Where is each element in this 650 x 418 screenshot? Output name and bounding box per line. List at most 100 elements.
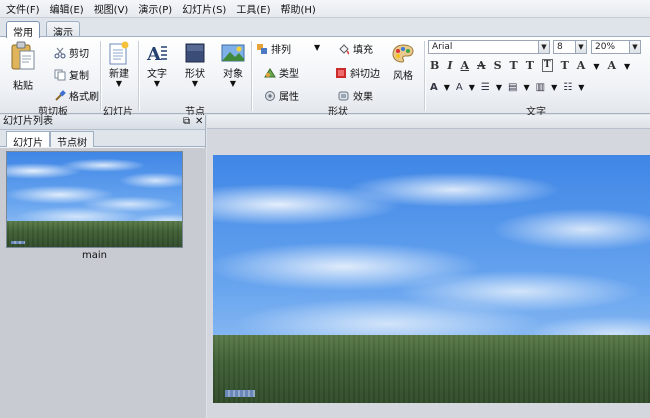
menu-tools[interactable]: 工具(E) [236, 1, 270, 16]
menu-slide[interactable]: 幻灯片(S) [182, 1, 226, 16]
text-node-dropdown-icon[interactable]: ▼ [154, 80, 160, 88]
cut-button[interactable]: 剪切 [54, 45, 89, 60]
chevron-down-icon[interactable]: ▼ [629, 41, 640, 53]
palette-icon [392, 44, 414, 63]
arrange-label: 排列 [271, 45, 291, 56]
paragraph-format-row: A ▼ A ▼ ☰ ▼ ▤ ▼ ▥ ▼ ☷ ▼ [430, 82, 584, 93]
paste-icon [11, 41, 35, 70]
new-slide-dropdown-icon[interactable]: ▼ [116, 80, 122, 88]
chevron-down-icon[interactable]: ▼ [551, 83, 557, 92]
fill-button[interactable]: 填充 [338, 41, 373, 56]
format-painter-label: 格式刷 [69, 92, 99, 103]
object-node-button[interactable]: 对象 ▼ [218, 41, 248, 88]
effect-button[interactable]: 效果 [338, 88, 373, 103]
tab-node-tree[interactable]: 节点树 [50, 131, 94, 149]
shape-icon [185, 43, 205, 63]
slide-thumbnail[interactable] [6, 151, 183, 248]
group-separator [138, 41, 139, 111]
zoom-select[interactable]: 20% ▼ [591, 40, 641, 54]
effect-label: 效果 [353, 92, 373, 103]
chevron-down-icon[interactable]: ▼ [575, 41, 586, 53]
type-icon [264, 67, 276, 77]
menu-bar: 文件(F) 编辑(E) 视图(V) 演示(P) 幻灯片(S) 工具(E) 帮助(… [0, 0, 650, 18]
new-slide-label: 新建 [109, 69, 129, 80]
superscript-icon[interactable]: T [510, 59, 518, 72]
copy-button[interactable]: 复制 [54, 67, 89, 82]
tab-common[interactable]: 常用 [6, 21, 40, 39]
subscript-icon[interactable]: T [526, 59, 534, 72]
new-slide-icon [109, 41, 129, 65]
property-icon [265, 90, 275, 101]
chevron-down-icon[interactable]: ▼ [624, 62, 630, 70]
new-slide-button[interactable]: 新建 ▼ [104, 41, 134, 88]
shape-node-button[interactable]: 形状 ▼ [180, 41, 210, 88]
shape-node-dropdown-icon[interactable]: ▼ [192, 80, 198, 88]
columns-icon[interactable]: ▥ [536, 82, 545, 93]
font-family-value: Arial [432, 42, 453, 52]
italic-icon[interactable]: I [447, 59, 452, 72]
type-button[interactable]: 类型 [264, 65, 299, 80]
shadow-icon[interactable]: S [494, 59, 502, 72]
text-node-button[interactable]: A 文字 ▼ [142, 41, 172, 88]
chevron-down-icon[interactable]: ▼ [469, 83, 475, 92]
canvas-ground [213, 335, 650, 403]
object-node-dropdown-icon[interactable]: ▼ [230, 80, 236, 88]
arrange-button[interactable]: 排列 [256, 41, 291, 56]
text-icon: A [146, 44, 167, 65]
cut-label: 剪切 [69, 49, 89, 60]
panel-title: 幻灯片列表 [3, 116, 53, 127]
thumb-stamp [11, 241, 25, 244]
font-size-value: 8 [557, 42, 563, 52]
text-direction-icon[interactable]: A [456, 82, 463, 93]
text-effect-icon[interactable]: T [561, 59, 569, 72]
slide-canvas[interactable] [213, 155, 650, 403]
copy-label: 复制 [69, 71, 89, 82]
chevron-down-icon[interactable]: ▼ [578, 83, 584, 92]
align-icon[interactable]: ▤ [508, 82, 517, 93]
char-spacing-icon[interactable]: A [577, 59, 586, 72]
close-icon[interactable]: ✕ [195, 115, 203, 129]
paste-label: 粘贴 [13, 81, 33, 92]
bold-icon[interactable]: B [430, 59, 439, 72]
menu-present[interactable]: 演示(P) [138, 1, 172, 16]
style-button[interactable]: 风格 [386, 43, 420, 82]
panel-tabs: 幻灯片 节点树 [0, 130, 205, 149]
format-painter-button[interactable]: 格式刷 [54, 88, 99, 103]
line-spacing-icon[interactable]: ☰ [481, 82, 490, 93]
bullet-list-icon[interactable]: ☷ [563, 82, 572, 93]
bevel-button[interactable]: 斜切边 [335, 65, 380, 80]
paste-button[interactable]: 粘贴 [6, 41, 40, 92]
group-separator [100, 41, 101, 111]
strikethrough-icon[interactable]: A [477, 59, 486, 72]
copy-icon [54, 69, 66, 80]
slide-editor-area [207, 115, 650, 418]
menu-edit[interactable]: 编辑(E) [50, 1, 84, 16]
menu-help[interactable]: 帮助(H) [280, 1, 315, 16]
font-color-icon[interactable]: A [607, 59, 616, 72]
underline-icon[interactable]: A [460, 59, 469, 72]
ribbon-tab-row: 常用 演示 [0, 18, 650, 39]
svg-text:A: A [146, 44, 162, 65]
ribbon: 粘贴 剪切 复制 格式刷 剪切板 新建 ▼ 幻灯片 A 文字 ▼ 形状 ▼ 对象… [0, 36, 650, 118]
text-box-icon[interactable]: T [541, 59, 553, 72]
chevron-down-icon[interactable]: ▼ [523, 83, 529, 92]
group-separator [424, 41, 425, 111]
slide-thumbnail-label: main [82, 250, 107, 261]
chevron-down-icon[interactable]: ▼ [444, 83, 450, 92]
font-size-select[interactable]: 8 ▼ [553, 40, 587, 54]
style-label: 风格 [393, 71, 413, 82]
panel-title-bar: 幻灯片列表 ⧉ ✕ [0, 115, 205, 130]
text-size-icon[interactable]: A [430, 82, 438, 93]
chevron-down-icon[interactable]: ▼ [538, 41, 549, 53]
menu-view[interactable]: 视图(V) [94, 1, 129, 16]
tab-slides[interactable]: 幻灯片 [6, 131, 50, 149]
font-family-select[interactable]: Arial ▼ [428, 40, 550, 54]
tab-present[interactable]: 演示 [46, 21, 80, 39]
property-button[interactable]: 属性 [264, 88, 299, 103]
menu-file[interactable]: 文件(F) [6, 1, 40, 16]
text-format-row: B I A A S T T T T A ▼ A ▼ [430, 59, 630, 72]
chevron-down-icon[interactable]: ▼ [593, 62, 599, 70]
chevron-down-icon[interactable]: ▼ [496, 83, 502, 92]
restore-icon[interactable]: ⧉ [183, 115, 190, 129]
arrange-dropdown-icon[interactable]: ▼ [314, 44, 320, 52]
